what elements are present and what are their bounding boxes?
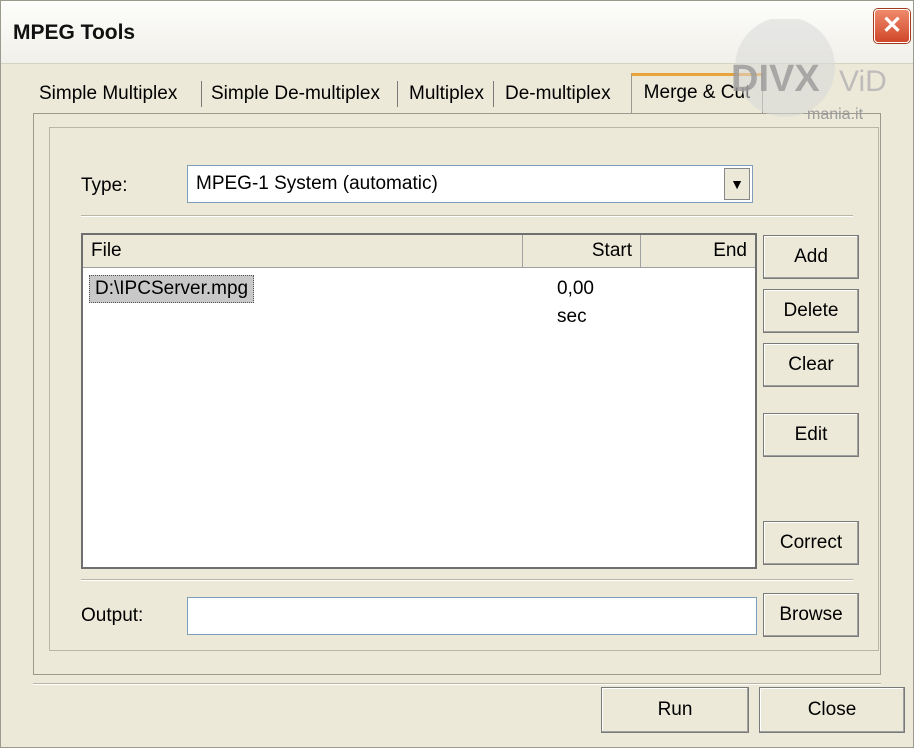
edit-button[interactable]: Edit	[763, 413, 859, 457]
tab-divider	[493, 81, 494, 107]
chevron-down-icon[interactable]: ▼	[724, 168, 750, 200]
type-label: Type:	[81, 175, 128, 196]
start-cell: 0,00 sec	[557, 278, 594, 327]
window-title: MPEG Tools	[13, 21, 136, 44]
file-list[interactable]: File Start End D:\IPCServer.mpg 0,00 sec	[81, 233, 757, 569]
column-end[interactable]: End	[641, 235, 755, 267]
output-field[interactable]	[187, 597, 757, 635]
type-dropdown-value: MPEG-1 System (automatic)	[196, 173, 438, 194]
tab-divider	[201, 81, 202, 107]
run-button[interactable]: Run	[601, 687, 749, 733]
column-start[interactable]: Start	[523, 235, 641, 267]
mpeg-tools-window: MPEG Tools ✕ Simple Multiplex Simple De-…	[0, 0, 914, 748]
file-cell[interactable]: D:\IPCServer.mpg	[89, 275, 255, 303]
tab-simple-multiplex[interactable]: Simple Multiplex	[35, 77, 181, 111]
divx-watermark-logo: DIVX ViD mania.it	[731, 19, 887, 123]
column-file[interactable]: File	[83, 235, 523, 267]
tab-simple-demultiplex[interactable]: Simple De-multiplex	[207, 77, 384, 111]
type-dropdown[interactable]: MPEG-1 System (automatic) ▼	[187, 165, 753, 203]
add-button[interactable]: Add	[763, 235, 859, 279]
tab-demultiplex[interactable]: De-multiplex	[501, 77, 615, 111]
tab-multiplex[interactable]: Multiplex	[405, 77, 488, 111]
svg-text:DIVX: DIVX	[731, 58, 820, 100]
separator	[81, 215, 853, 217]
correct-button[interactable]: Correct	[763, 521, 859, 565]
svg-text:mania.it: mania.it	[807, 106, 864, 123]
separator	[81, 579, 853, 581]
list-header: File Start End	[83, 235, 755, 268]
svg-text:ViD: ViD	[839, 65, 887, 98]
close-button[interactable]: Close	[759, 687, 905, 733]
tab-divider	[397, 81, 398, 107]
delete-button[interactable]: Delete	[763, 289, 859, 333]
browse-button[interactable]: Browse	[763, 593, 859, 637]
clear-button[interactable]: Clear	[763, 343, 859, 387]
output-label: Output:	[81, 605, 144, 626]
separator	[33, 683, 881, 685]
